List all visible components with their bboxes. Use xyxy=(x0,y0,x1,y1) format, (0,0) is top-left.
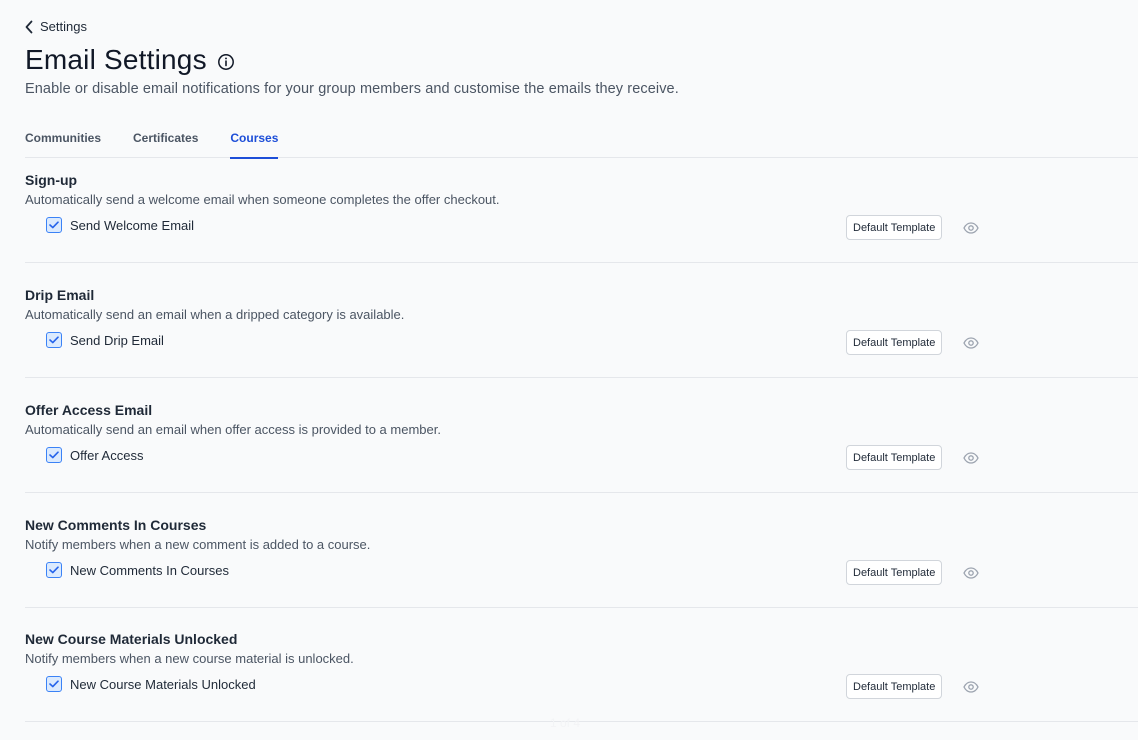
default-template-button[interactable]: Default Template xyxy=(846,330,943,355)
eye-icon[interactable] xyxy=(963,681,979,693)
checkbox-label: New Comments In Courses xyxy=(70,562,229,578)
page-title: Email Settings xyxy=(25,44,207,75)
email-section-sign-up: Sign-up Automatically send a welcome ema… xyxy=(25,148,1138,263)
back-link-label: Settings xyxy=(40,19,87,34)
back-to-settings-link[interactable]: Settings xyxy=(24,19,87,34)
section-description: Automatically send an email when offer a… xyxy=(25,422,441,437)
offer-access-checkbox[interactable] xyxy=(46,447,62,463)
send-welcome-email-checkbox[interactable] xyxy=(46,217,62,233)
section-title: Sign-up xyxy=(25,172,78,188)
default-template-button[interactable]: Default Template xyxy=(846,560,943,585)
page-indicator: 1 of 4 xyxy=(550,716,581,730)
checkmark-icon xyxy=(49,336,59,344)
checkmark-icon xyxy=(49,566,59,574)
section-description: Notify members when a new course materia… xyxy=(25,651,354,666)
default-template-button[interactable]: Default Template xyxy=(846,215,943,240)
section-description: Notify members when a new comment is add… xyxy=(25,537,371,552)
email-section-offer-access: Offer Access Email Automatically send an… xyxy=(25,378,1138,493)
checkbox-row: Send Welcome Email xyxy=(46,217,194,233)
section-description: Automatically send an email when a dripp… xyxy=(25,307,405,322)
send-drip-email-checkbox[interactable] xyxy=(46,332,62,348)
checkmark-icon xyxy=(49,451,59,459)
section-title: Drip Email xyxy=(25,287,95,303)
section-description: Automatically send a welcome email when … xyxy=(25,192,500,207)
checkbox-row: Offer Access xyxy=(46,447,143,463)
section-title: New Course Materials Unlocked xyxy=(25,631,238,647)
checkbox-label: Send Welcome Email xyxy=(70,217,195,233)
checkbox-row: New Comments In Courses xyxy=(46,562,229,578)
eye-icon[interactable] xyxy=(963,222,979,234)
new-course-materials-checkbox[interactable] xyxy=(46,676,62,692)
chevron-left-icon xyxy=(25,20,33,33)
eye-icon[interactable] xyxy=(963,567,979,579)
checkbox-label: Send Drip Email xyxy=(70,332,164,348)
default-template-button[interactable]: Default Template xyxy=(846,445,943,470)
page-subtitle: Enable or disable email notifications fo… xyxy=(25,81,679,97)
email-section-new-course-materials: New Course Materials Unlocked Notify mem… xyxy=(25,607,1138,722)
info-icon[interactable] xyxy=(217,53,235,71)
section-title: New Comments In Courses xyxy=(25,517,207,533)
checkbox-row: New Course Materials Unlocked xyxy=(46,676,256,692)
eye-icon[interactable] xyxy=(963,452,979,464)
checkbox-label: Offer Access xyxy=(70,447,144,463)
eye-icon[interactable] xyxy=(963,337,979,349)
email-section-new-comments: New Comments In Courses Notify members w… xyxy=(25,493,1138,608)
new-comments-checkbox[interactable] xyxy=(46,562,62,578)
email-settings-page: Settings Email Settings Enable or disabl… xyxy=(0,0,1138,740)
section-title: Offer Access Email xyxy=(25,402,153,418)
email-section-drip-email: Drip Email Automatically send an email w… xyxy=(25,263,1138,378)
checkbox-row: Send Drip Email xyxy=(46,332,164,348)
checkmark-icon xyxy=(49,680,59,688)
default-template-button[interactable]: Default Template xyxy=(846,674,943,699)
page-header: Email Settings xyxy=(25,44,235,76)
checkmark-icon xyxy=(49,221,59,229)
checkbox-label: New Course Materials Unlocked xyxy=(70,676,256,692)
